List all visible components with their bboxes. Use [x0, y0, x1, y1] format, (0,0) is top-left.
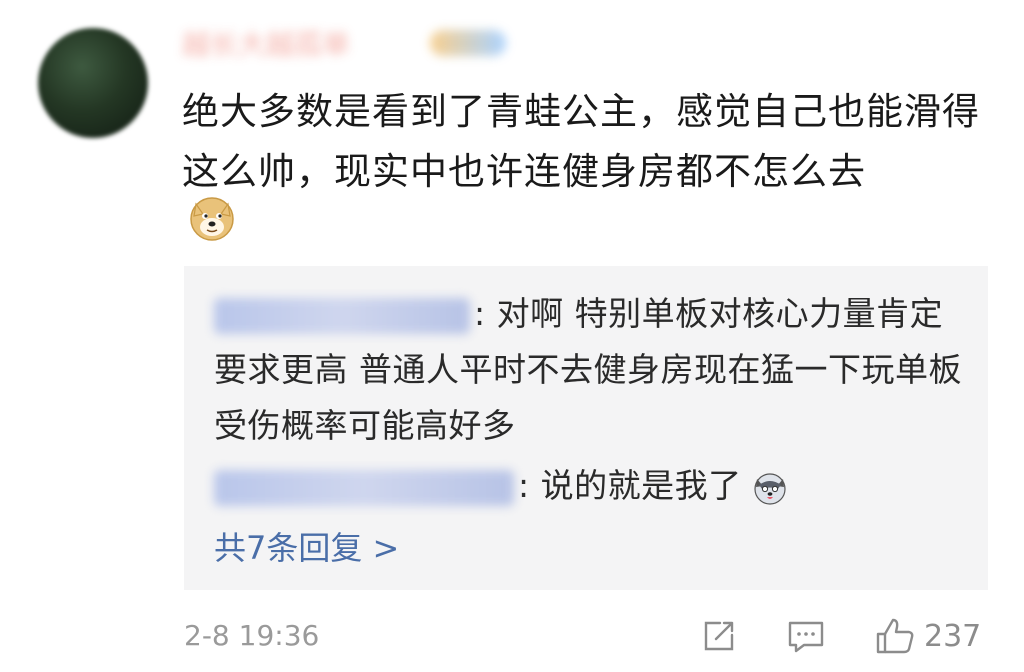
- comment-icon: [788, 621, 824, 653]
- husky-emoji-icon: [754, 472, 786, 505]
- comment-timestamp: 2-8 19:36: [184, 619, 320, 652]
- reply-item[interactable]: : 说的就是我了: [214, 458, 964, 514]
- more-replies-link[interactable]: 共7条回复 >: [214, 524, 399, 572]
- avatar[interactable]: [38, 28, 148, 138]
- like-count: 237: [924, 618, 982, 654]
- vip-badge: [430, 30, 506, 56]
- reply-text: 说的就是我了: [540, 466, 742, 505]
- reply-author-name[interactable]: [214, 297, 470, 334]
- reply-comment-button[interactable]: [786, 614, 826, 658]
- reply-author-name[interactable]: [214, 469, 514, 506]
- share-icon: [704, 621, 734, 651]
- doge-emoji-icon: [190, 197, 234, 241]
- like-button[interactable]: 237: [874, 614, 981, 658]
- thumbs-up-icon: [876, 618, 914, 654]
- reply-item[interactable]: : 对啊 特别单板对核心力量肯定要求更高 普通人平时不去健身房现在猛一下玩单板受…: [214, 286, 964, 454]
- reply-separator: :: [518, 466, 541, 505]
- reply-separator: :: [474, 294, 497, 333]
- share-button[interactable]: [700, 614, 738, 658]
- comment-text: 绝大多数是看到了青蛙公主，感觉自己也能滑得这么帅，现实中也许连健身房都不怎么去: [182, 90, 980, 193]
